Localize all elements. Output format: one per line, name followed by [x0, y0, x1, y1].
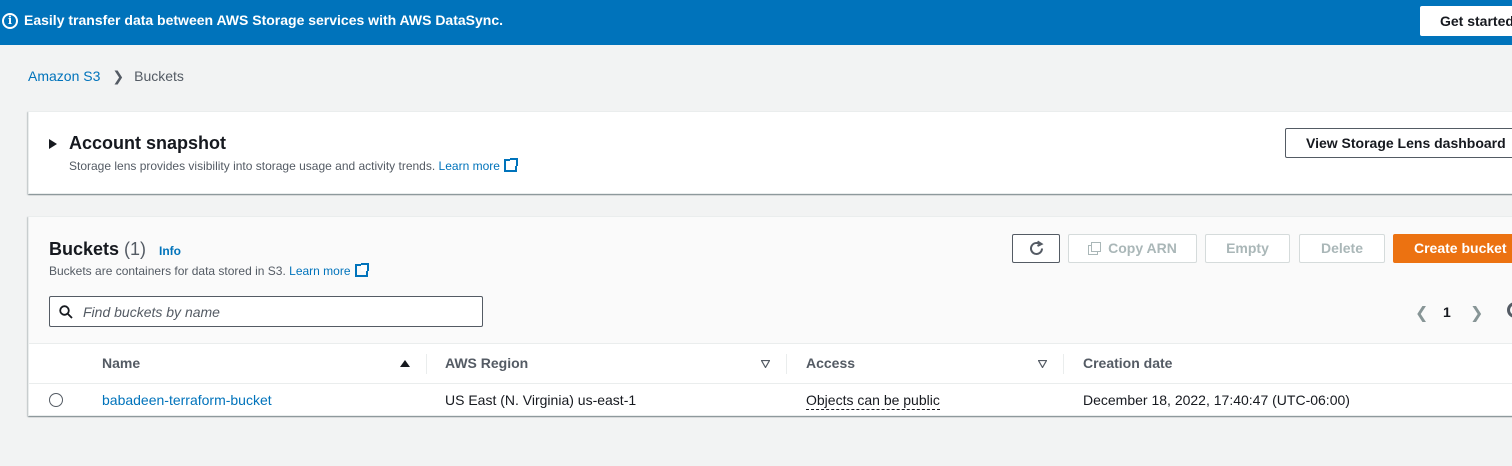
- column-divider: [786, 354, 787, 374]
- delete-button[interactable]: Delete: [1299, 234, 1385, 263]
- buckets-count: (1): [124, 239, 147, 259]
- expand-caret-icon[interactable]: [49, 139, 57, 149]
- empty-button[interactable]: Empty: [1205, 234, 1290, 263]
- buckets-description: Buckets are containers for data stored i…: [49, 263, 369, 278]
- account-snapshot-panel: Account snapshot Storage lens provides v…: [28, 111, 1512, 194]
- previous-page-icon[interactable]: ❮: [1415, 303, 1428, 323]
- chevron-right-icon: ❯: [112, 68, 125, 84]
- buckets-title: Buckets (1): [49, 239, 146, 260]
- breadcrumb-buckets: Buckets: [134, 68, 184, 84]
- copy-arn-label: Copy ARN: [1108, 240, 1177, 256]
- info-banner: i Easily transfer data between AWS Stora…: [0, 0, 1512, 45]
- column-header-access[interactable]: Access: [806, 344, 855, 383]
- view-storage-lens-button[interactable]: View Storage Lens dashboard: [1285, 128, 1512, 158]
- refresh-button[interactable]: [1012, 234, 1060, 263]
- current-page-number[interactable]: 1: [1443, 304, 1451, 320]
- external-link-icon: [354, 263, 369, 277]
- search-icon: [59, 305, 73, 319]
- external-link-icon: [503, 158, 518, 172]
- banner-message: Easily transfer data between AWS Storage…: [24, 12, 504, 28]
- table-divider: [29, 383, 1512, 384]
- refresh-icon: [1030, 240, 1044, 255]
- copy-arn-button[interactable]: Copy ARN: [1068, 234, 1197, 263]
- sort-descending-icon[interactable]: [761, 360, 770, 368]
- breadcrumb: Amazon S3 ❯ Buckets: [28, 68, 184, 85]
- bucket-region: US East (N. Virginia) us-east-1: [445, 392, 637, 408]
- buckets-panel: Buckets (1) Info Buckets are containers …: [28, 216, 1512, 416]
- sort-descending-icon[interactable]: [1038, 360, 1047, 368]
- next-page-icon[interactable]: ❯: [1470, 303, 1483, 323]
- column-header-region[interactable]: AWS Region: [445, 344, 528, 383]
- search-input[interactable]: [81, 297, 476, 326]
- copy-icon: [1088, 242, 1102, 255]
- column-header-name[interactable]: Name: [102, 344, 140, 383]
- snapshot-learn-more-link[interactable]: Learn more: [439, 159, 500, 173]
- row-select-radio[interactable]: [49, 393, 63, 407]
- create-bucket-button[interactable]: Create bucket: [1393, 234, 1512, 263]
- buckets-learn-more-link[interactable]: Learn more: [289, 264, 350, 278]
- column-header-creation-date[interactable]: Creation date: [1083, 344, 1172, 383]
- account-snapshot-title[interactable]: Account snapshot: [69, 133, 226, 154]
- breadcrumb-amazon-s3[interactable]: Amazon S3: [28, 68, 100, 84]
- info-link[interactable]: Info: [159, 244, 181, 258]
- snapshot-description-text: Storage lens provides visibility into st…: [69, 159, 436, 173]
- get-started-button[interactable]: Get started: [1420, 6, 1512, 36]
- column-divider: [1063, 354, 1064, 374]
- bucket-creation-date: December 18, 2022, 17:40:47 (UTC-06:00): [1083, 392, 1350, 408]
- column-divider: [426, 354, 427, 374]
- bucket-access[interactable]: Objects can be public: [806, 392, 940, 410]
- sort-ascending-icon[interactable]: [400, 360, 410, 367]
- account-snapshot-description: Storage lens provides visibility into st…: [69, 158, 518, 173]
- bucket-name-link[interactable]: babadeen-terraform-bucket: [102, 392, 272, 408]
- info-circle-icon: i: [2, 13, 18, 29]
- buckets-description-text: Buckets are containers for data stored i…: [49, 264, 286, 278]
- bucket-search: [49, 296, 483, 327]
- buckets-title-text: Buckets: [49, 239, 120, 259]
